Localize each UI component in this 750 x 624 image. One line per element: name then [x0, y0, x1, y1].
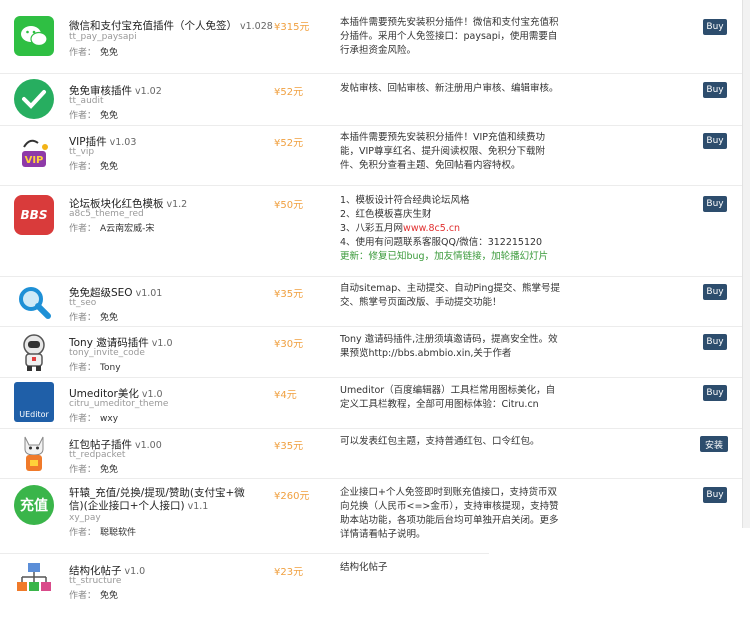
plugin-price: ¥260元 [274, 491, 310, 502]
recharge-icon: 充值 [14, 485, 54, 525]
buy-button[interactable]: Buy [703, 284, 727, 300]
plugin-price: ¥35元 [274, 441, 304, 452]
bbs-icon: BBS [14, 195, 54, 235]
plugin-price: ¥4元 [274, 390, 297, 401]
plugin-author: 作者： 免免 [69, 111, 119, 121]
plugin-description: 可以发表红包主题，支持普通红包、口令红包。 [340, 436, 540, 447]
plugin-id: a8c5_theme_red [69, 209, 144, 219]
plugin-description: Umeditor（百度编辑器）工具栏常用图标美化，自 定义工具栏教程，全部可用图标… [340, 385, 556, 410]
plugin-price: ¥50元 [274, 200, 304, 211]
plugin-price: ¥30元 [274, 339, 304, 350]
plugin-name[interactable]: 轩辕_充值/兑换/提现/赞助(支付宝+微信)(企业接口+个人接口) v1.1 [69, 487, 259, 513]
plugin-description: Tony 邀请码插件,注册须填邀请码，提高安全性。效 果预览http://bbs.… [340, 334, 558, 359]
plugin-author: 作者： A云南宏威-宋 [69, 224, 155, 234]
list-item: Tony 邀请码插件 v1.0 tony_invite_code 作者： Tony … [0, 326, 742, 378]
plugin-description: 1、模板设计符合经典论坛风格 2、红色模板喜庆生财 3、八彩五月网www.8c5.… [340, 195, 549, 262]
cat-icon [14, 433, 54, 473]
check-icon [14, 79, 54, 119]
buy-button[interactable]: Buy [703, 385, 727, 401]
magnifier-icon [14, 282, 54, 322]
plugin-price: ¥52元 [274, 87, 304, 98]
buy-button[interactable]: Buy [703, 82, 727, 98]
list-item: 微信和支付宝充值插件（个人免签） v1.028 tt_pay_paysapi 作者… [0, 0, 742, 74]
plugin-author: 作者： wxy [69, 414, 119, 424]
plugin-author: 作者： 免免 [69, 591, 119, 601]
plugin-id: citru_umeditor_theme [69, 399, 169, 409]
buy-button[interactable]: Buy [703, 196, 727, 212]
site-link[interactable]: www.8c5.cn [403, 223, 460, 234]
plugin-id: tt_structure [69, 576, 122, 586]
plugin-price: ¥35元 [274, 289, 304, 300]
plugin-list: 微信和支付宝充值插件（个人免签） v1.028 tt_pay_paysapi 作者… [0, 0, 750, 624]
buy-button[interactable]: Buy [703, 334, 727, 350]
ueditor-icon: UEditor [14, 382, 54, 422]
plugin-id: tt_pay_paysapi [69, 32, 137, 42]
buy-button[interactable]: Buy [703, 487, 727, 503]
plugin-description: 本插件需要预先安装积分插件！VIP充值和续费功 能，VIP尊享红名、提升阅读权限、… [340, 132, 546, 171]
list-item: VIP VIP插件 v1.03 tt_vip 作者： 免免 ¥52元 本插件需要预先… [0, 125, 742, 186]
plugin-price: ¥23元 [274, 567, 304, 578]
list-item: BBS 论坛板块化红色模板 v1.2 a8c5_theme_red 作者： A云南宏… [0, 185, 742, 277]
plugin-id: tt_seo [69, 298, 97, 308]
plugin-id: tt_audit [69, 96, 104, 106]
plugin-id: xy_pay [69, 513, 101, 523]
list-item: 免免审核插件 v1.02 tt_audit 作者： 免免 ¥52元 发帖审核、回帖审… [0, 73, 742, 126]
plugin-price: ¥315元 [274, 22, 310, 33]
list-item: 免免超级SEO v1.01 tt_seo 作者： 免免 ¥35元 自动sitemap… [0, 276, 742, 327]
plugin-author: 作者： 免免 [69, 313, 119, 323]
vip-icon: VIP [14, 133, 54, 173]
plugin-price: ¥52元 [274, 138, 304, 149]
blank-overlay [489, 528, 750, 624]
plugin-author: 作者： 免免 [69, 48, 119, 58]
wechat-icon [14, 16, 54, 56]
plugin-id: tony_invite_code [69, 348, 145, 358]
plugin-name[interactable]: 微信和支付宝充值插件（个人免签） v1.028 [69, 18, 273, 33]
plugin-id: tt_redpacket [69, 450, 126, 460]
astronaut-icon [14, 332, 54, 372]
plugin-description: 发帖审核、回帖审核、新注册用户审核、编辑审核。 [340, 83, 559, 94]
plugin-author: 作者： Tony [69, 363, 121, 373]
svg-text:VIP: VIP [25, 155, 44, 166]
plugin-author: 作者： 免免 [69, 465, 119, 475]
plugin-author: 作者： 免免 [69, 162, 119, 172]
buy-button[interactable]: Buy [703, 133, 727, 149]
plugin-id: tt_vip [69, 147, 95, 157]
buy-button[interactable]: Buy [703, 19, 727, 35]
plugin-description: 自动sitemap、主动提交、自动Ping提交、熊掌号提 交、熊掌号页面改版、手动… [340, 283, 560, 308]
list-item: 红包帖子插件 v1.00 tt_redpacket 作者： 免免 ¥35元 可以发表… [0, 428, 742, 479]
plugin-author: 作者： 聪聪软件 [69, 528, 137, 538]
structure-icon [14, 559, 54, 599]
list-item: UEditor Umeditor美化 v1.0 citru_umeditor_th… [0, 377, 742, 429]
install-button[interactable]: 安装 [700, 436, 728, 452]
plugin-description: 本插件需要预先安装积分插件！微信和支付宝充值积 分插件。采用个人免签接口：pays… [340, 17, 559, 56]
